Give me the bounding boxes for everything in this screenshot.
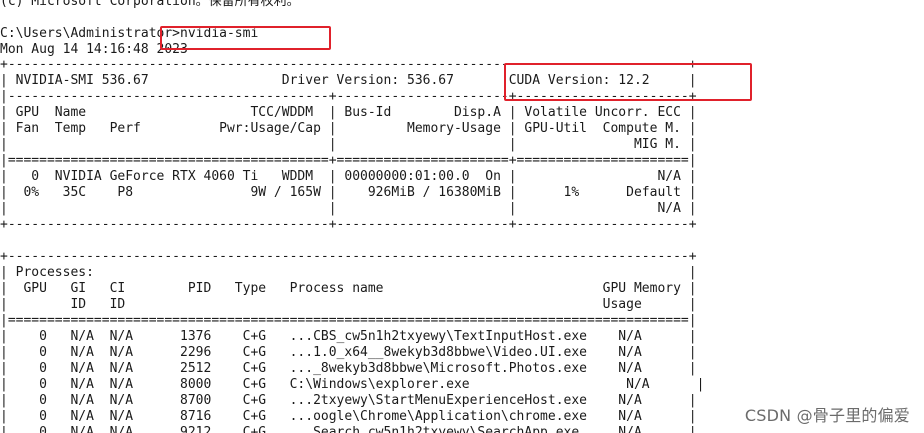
copyright-line: (c) Microsoft Corporation。保留所有权利。 <box>0 0 300 9</box>
processes-title: | Processes: | <box>0 265 697 280</box>
gpu-row-line: | | | N/A | <box>0 201 697 216</box>
process-row: | 0 N/A N/A 8700 C+G ...2txyewy\StartMen… <box>0 393 697 408</box>
gpu-row-line: | 0% 35C P8 9W / 165W | 926MiB / 16380Mi… <box>0 185 697 200</box>
table-border-line: |=======================================… <box>0 313 697 328</box>
table-border-line: +---------------------------------------… <box>0 217 697 232</box>
watermark: CSDN @骨子里的偏爱 <box>744 406 910 425</box>
process-row: | 0 N/A N/A 1376 C+G ...CBS_cw5n1h2txyew… <box>0 329 697 344</box>
gpu-header-line: | Fan Temp Perf Pwr:Usage/Cap | Memory-U… <box>0 121 697 136</box>
process-row: | 0 N/A N/A 2512 C+G ..._8wekyb3d8bbwe\M… <box>0 361 697 376</box>
gpu-header-line: | | | MIG M. | <box>0 137 697 152</box>
process-row: | 0 N/A N/A 8716 C+G ...oogle\Chrome\App… <box>0 409 697 424</box>
process-header: | ID ID Usage | <box>0 297 697 312</box>
process-row: | 0 N/A N/A 9212 C+G ...Search_cw5n1h2tx… <box>0 425 697 433</box>
process-row: | 0 N/A N/A 8000 C+G C:\Windows\explorer… <box>0 377 705 392</box>
table-border-line: |=======================================… <box>0 153 697 168</box>
table-border-line: +---------------------------------------… <box>0 249 697 264</box>
process-row: | 0 N/A N/A 2296 C+G ...1.0_x64__8wekyb3… <box>0 345 697 360</box>
cuda-version-highlight-box <box>504 63 752 101</box>
terminal-output[interactable]: (c) Microsoft Corporation。保留所有权利。 C:\Use… <box>0 0 924 433</box>
gpu-header-line: | GPU Name TCC/WDDM | Bus-Id Disp.A | Vo… <box>0 105 697 120</box>
gpu-row-line: | 0 NVIDIA GeForce RTX 4060 Ti WDDM | 00… <box>0 169 697 184</box>
process-header: | GPU GI CI PID Type Process name GPU Me… <box>0 281 697 296</box>
command-highlight-box <box>160 26 331 50</box>
